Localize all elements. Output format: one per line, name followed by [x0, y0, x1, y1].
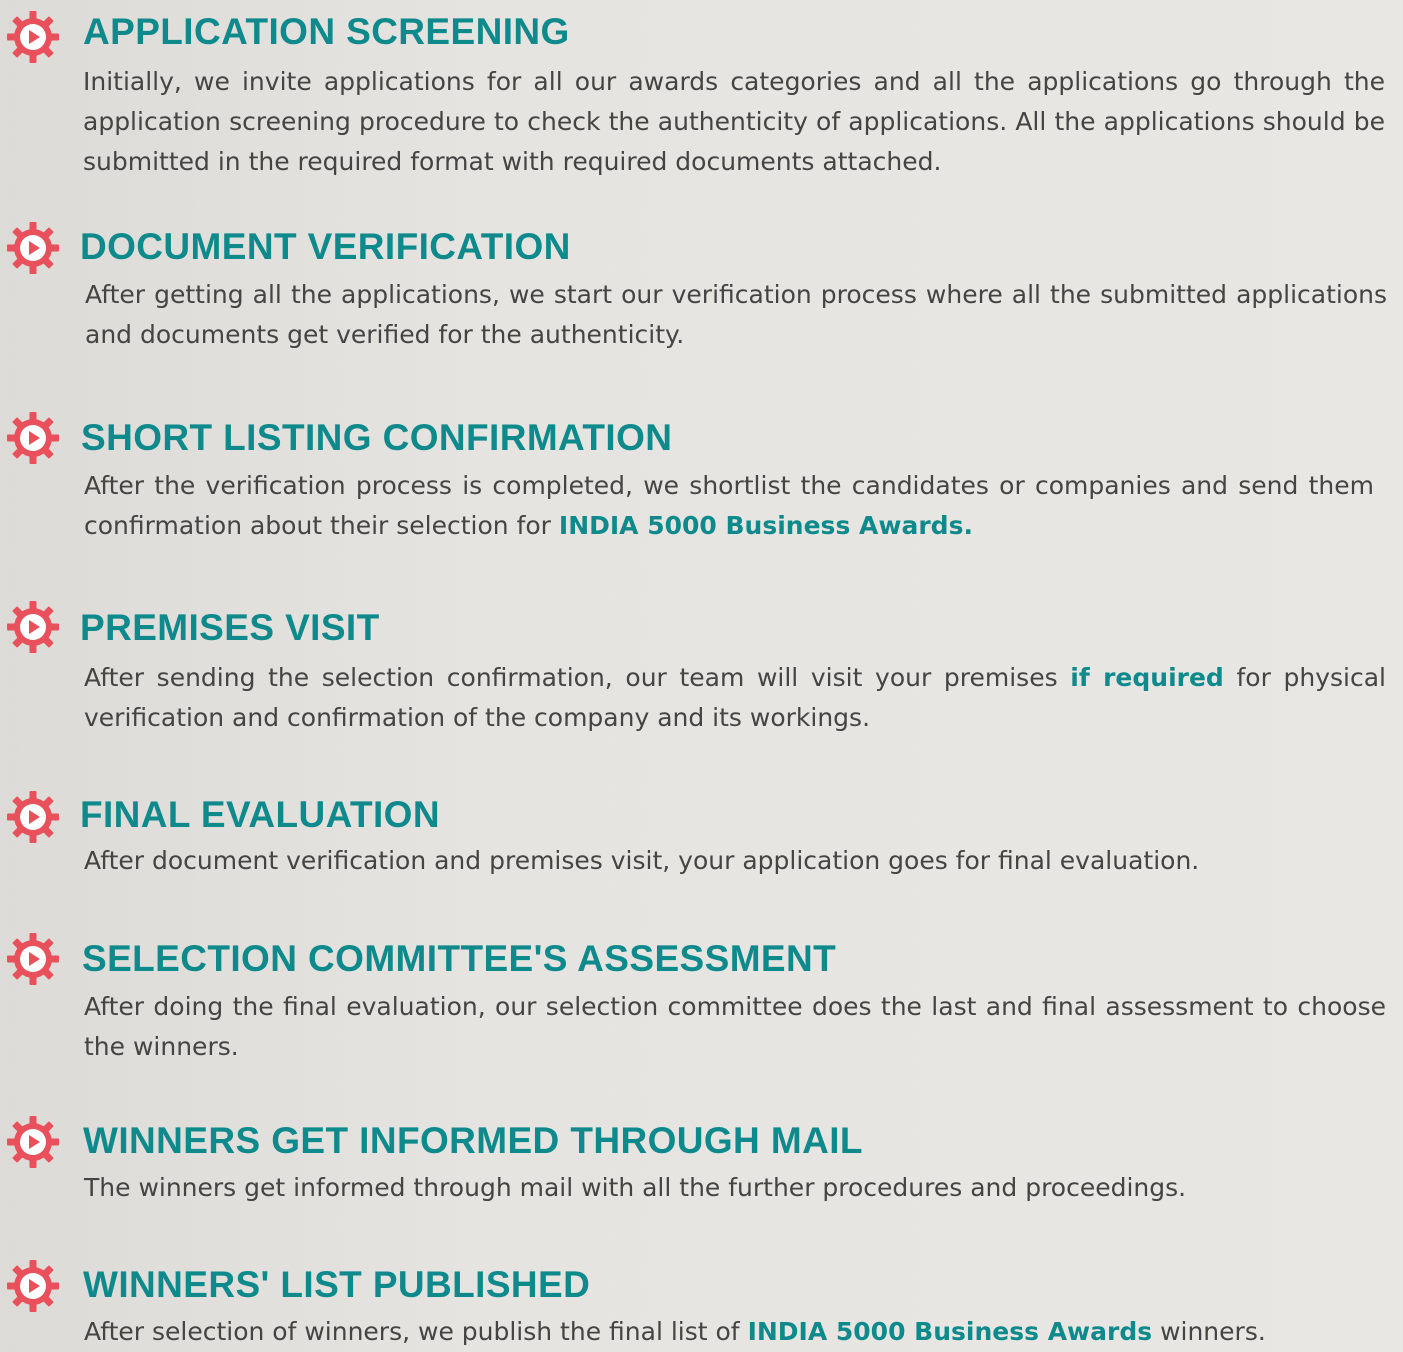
step-title: SELECTION COMMITTEE'S ASSESSMENT — [82, 938, 837, 979]
step-description: After selection of winners, we publish t… — [84, 1312, 1386, 1352]
gear-play-icon — [6, 1115, 60, 1169]
step-description: After doing the final evaluation, our se… — [84, 992, 1386, 1061]
gear-play-icon — [6, 1259, 60, 1313]
step-description: After the verification process is comple… — [84, 466, 1374, 546]
gear-play-icon — [6, 411, 60, 465]
step-description-text: winners. — [1152, 1317, 1266, 1346]
step-title: APPLICATION SCREENING — [83, 11, 570, 52]
gear-play-icon — [6, 790, 60, 844]
gear-play-icon — [6, 221, 60, 275]
step-title: FINAL EVALUATION — [80, 794, 440, 835]
award-name-highlight: INDIA 5000 Business Awards. — [558, 511, 973, 540]
step-description-text: After sending the selection confirmation… — [84, 663, 1071, 692]
step-description: After document verification and premises… — [84, 846, 1200, 875]
gear-play-icon — [6, 600, 60, 654]
gear-play-icon — [6, 10, 60, 64]
step-description: After getting all the applications, we s… — [85, 280, 1387, 349]
gear-play-icon — [6, 932, 60, 986]
if-required-highlight: if required — [1070, 663, 1224, 692]
step-title: WINNERS GET INFORMED THROUGH MAIL — [83, 1120, 863, 1161]
step-title: WINNERS' LIST PUBLISHED — [83, 1264, 591, 1305]
step-description: Initially, we invite applications for al… — [83, 67, 1385, 176]
step-title: PREMISES VISIT — [80, 607, 380, 648]
award-name-highlight: INDIA 5000 Business Awards — [747, 1317, 1153, 1346]
step-description-text: After selection of winners, we publish t… — [84, 1317, 748, 1346]
step-description: After sending the selection confirmation… — [84, 658, 1386, 738]
step-title: DOCUMENT VERIFICATION — [80, 226, 571, 267]
step-description: The winners get informed through mail wi… — [84, 1173, 1187, 1202]
step-title: SHORT LISTING CONFIRMATION — [81, 417, 673, 458]
